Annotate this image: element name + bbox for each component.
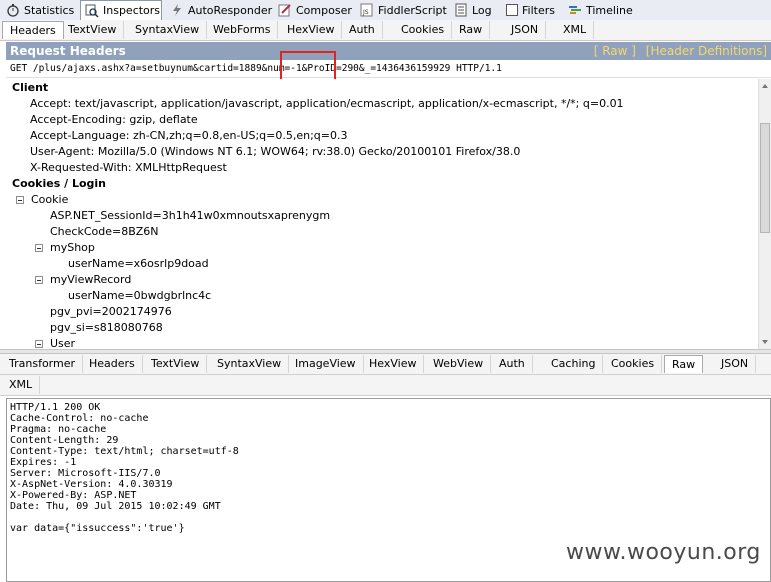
response-line: Date: Thu, 09 Jul 2015 10:02:49 GMT bbox=[10, 501, 221, 512]
tab-resp-imageview[interactable]: ImageView bbox=[288, 355, 364, 373]
collapse-cookie-toggle[interactable] bbox=[16, 196, 24, 204]
magnifier-icon bbox=[85, 4, 99, 18]
tab-resp-raw[interactable]: Raw bbox=[664, 355, 704, 373]
tab-autoresponder[interactable]: AutoResponder bbox=[166, 1, 273, 19]
tab-resp-json[interactable]: JSON bbox=[714, 355, 757, 373]
cookie-node[interactable]: Cookie bbox=[31, 192, 68, 208]
tab-resp-headers[interactable]: Headers bbox=[82, 355, 143, 373]
request-view-tabs: Headers TextView SyntaxView WebForms Hex… bbox=[0, 20, 771, 41]
client-header-user-agent[interactable]: User-Agent: Mozilla/5.0 (Windows NT 6.1;… bbox=[30, 144, 520, 160]
tree-scrollbar[interactable] bbox=[758, 79, 771, 349]
tab-req-webforms[interactable]: WebForms bbox=[206, 21, 279, 39]
tab-label: Log bbox=[472, 3, 492, 17]
cookie-myviewrecord-username[interactable]: userName=0bwdgbrlnc4c bbox=[68, 288, 211, 304]
client-section-heading: Client bbox=[12, 81, 49, 94]
tab-req-raw[interactable]: Raw bbox=[452, 21, 491, 39]
client-header-accept-encoding[interactable]: Accept-Encoding: gzip, deflate bbox=[30, 112, 198, 128]
tab-resp-hexview[interactable]: HexView bbox=[362, 355, 425, 373]
tab-timeline[interactable]: Timeline bbox=[564, 1, 633, 19]
checkbox-icon bbox=[506, 4, 518, 16]
watermark: www.wooyun.org bbox=[566, 540, 761, 565]
tab-label: Inspectors bbox=[103, 4, 161, 17]
svg-text:JS: JS bbox=[362, 9, 369, 16]
response-view-tabs-row2: XML bbox=[0, 375, 771, 396]
response-line: Expires: -1 bbox=[10, 457, 77, 468]
request-line: GET /plus/ajaxs.ashx?a=setbuynum&cartid=… bbox=[6, 60, 771, 78]
tab-resp-textview[interactable]: TextView bbox=[144, 355, 208, 373]
response-line: Cache-Control: no-cache bbox=[10, 413, 149, 424]
tab-label: AutoResponder bbox=[188, 3, 273, 17]
response-line: Content-Length: 29 bbox=[10, 435, 119, 446]
tab-label: Timeline bbox=[586, 3, 633, 17]
tab-resp-caching[interactable]: Caching bbox=[544, 355, 604, 373]
cookie-user-node[interactable]: User bbox=[50, 336, 75, 349]
cookie-myshop-node[interactable]: myShop bbox=[50, 240, 95, 256]
raw-link[interactable]: [ Raw ] bbox=[594, 44, 636, 58]
client-header-accept-language[interactable]: Accept-Language: zh-CN,zh;q=0.8,en-US;q=… bbox=[30, 128, 348, 144]
response-line: X-AspNet-Version: 4.0.30319 bbox=[10, 479, 173, 490]
request-headers-bar: Request Headers [ Raw ] [Header Definiti… bbox=[6, 42, 771, 60]
script-icon: JS bbox=[360, 3, 374, 17]
timeline-icon bbox=[568, 3, 582, 17]
lightning-icon bbox=[170, 3, 184, 17]
response-view-tabs: Transformer Headers TextView SyntaxView … bbox=[0, 354, 771, 375]
inspector-tab-strip: Statistics Inspectors AutoResponder Comp… bbox=[0, 0, 771, 21]
tab-log[interactable]: Log bbox=[450, 1, 498, 19]
scroll-down-arrow-icon[interactable] bbox=[762, 340, 768, 344]
tab-statistics[interactable]: Statistics bbox=[2, 1, 78, 19]
tab-resp-transformer[interactable]: Transformer bbox=[2, 355, 84, 373]
tab-label: Filters bbox=[522, 3, 555, 17]
cookie-myviewrecord-node[interactable]: myViewRecord bbox=[50, 272, 131, 288]
collapse-myshop-toggle[interactable] bbox=[35, 244, 43, 252]
tab-filters[interactable]: Filters bbox=[502, 1, 560, 19]
response-line: Server: Microsoft-IIS/7.0 bbox=[10, 468, 161, 479]
tab-label: Composer bbox=[296, 3, 352, 17]
tab-fiddlerscript[interactable]: JS FiddlerScript bbox=[356, 1, 447, 19]
tab-req-textview[interactable]: TextView bbox=[61, 21, 125, 39]
tab-req-syntaxview[interactable]: SyntaxView bbox=[128, 21, 208, 39]
scroll-up-arrow-icon[interactable] bbox=[762, 84, 768, 88]
tab-resp-xml[interactable]: XML bbox=[2, 376, 41, 394]
cookies-section-heading: Cookies / Login bbox=[12, 177, 106, 190]
tab-resp-cookies[interactable]: Cookies bbox=[604, 355, 663, 373]
tab-resp-webview[interactable]: WebView bbox=[426, 355, 492, 373]
tab-inspectors[interactable]: Inspectors bbox=[80, 0, 162, 20]
tab-req-hexview[interactable]: HexView bbox=[280, 21, 343, 39]
response-line: var data={"issuccess":'true'} bbox=[10, 523, 185, 534]
client-header-accept[interactable]: Accept: text/javascript, application/jav… bbox=[30, 96, 624, 112]
tab-req-json[interactable]: JSON bbox=[504, 21, 547, 39]
response-line: Pragma: no-cache bbox=[10, 424, 107, 435]
response-line: HTTP/1.1 200 OK bbox=[10, 402, 101, 413]
tab-composer[interactable]: Composer bbox=[274, 1, 352, 19]
tab-resp-syntaxview[interactable]: SyntaxView bbox=[210, 355, 290, 373]
cookie-session-id[interactable]: ASP.NET_SessionId=3h1h41w0xmnoutsxapreny… bbox=[50, 208, 330, 224]
collapse-user-toggle[interactable] bbox=[35, 340, 43, 348]
tab-resp-auth[interactable]: Auth bbox=[492, 355, 533, 373]
tab-label: Statistics bbox=[24, 3, 75, 17]
tab-req-auth[interactable]: Auth bbox=[342, 21, 383, 39]
tab-req-xml[interactable]: XML bbox=[556, 21, 595, 39]
tab-label: FiddlerScript bbox=[378, 3, 447, 17]
response-line: X-Powered-By: ASP.NET bbox=[10, 490, 137, 501]
cookie-myshop-username[interactable]: userName=x6osrlp9doad bbox=[68, 256, 209, 272]
header-tree: Client Accept: text/javascript, applicat… bbox=[6, 79, 758, 349]
log-icon bbox=[454, 3, 468, 17]
header-definitions-link[interactable]: [Header Definitions] bbox=[646, 44, 767, 58]
pencil-icon bbox=[278, 3, 292, 17]
stopwatch-icon bbox=[6, 3, 20, 17]
cookie-pgv-pvi[interactable]: pgv_pvi=2002174976 bbox=[50, 304, 172, 320]
cookie-pgv-si[interactable]: pgv_si=s818080768 bbox=[50, 320, 163, 336]
cookie-check-code[interactable]: CheckCode=8BZ6N bbox=[50, 224, 159, 240]
tab-req-headers[interactable]: Headers bbox=[2, 21, 64, 39]
scroll-thumb[interactable] bbox=[760, 123, 770, 233]
client-header-x-requested-with[interactable]: X-Requested-With: XMLHttpRequest bbox=[30, 160, 227, 176]
response-line: Content-Type: text/html; charset=utf-8 bbox=[10, 446, 239, 457]
request-headers-title: Request Headers bbox=[10, 44, 126, 58]
collapse-myviewrecord-toggle[interactable] bbox=[35, 276, 43, 284]
tab-req-cookies[interactable]: Cookies bbox=[394, 21, 453, 39]
